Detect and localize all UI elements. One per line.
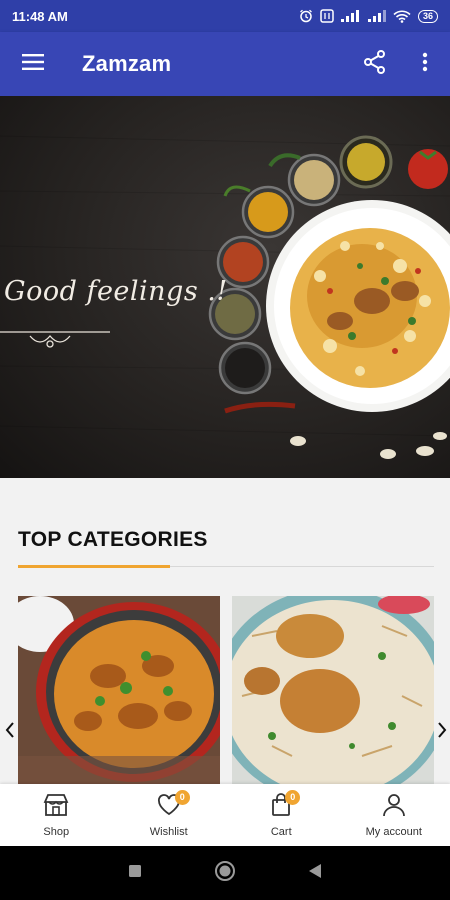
nav-label-wishlist: Wishlist <box>149 826 188 838</box>
more-options-button[interactable] <box>400 32 450 96</box>
person-icon <box>382 793 406 822</box>
nav-my-account[interactable]: My account <box>338 784 450 846</box>
signal-icon <box>367 10 386 22</box>
section-title: TOP CATEGORIES <box>18 528 208 551</box>
wishlist-badge: 0 <box>174 790 190 805</box>
app-bar: Zamzam <box>0 32 450 96</box>
app-actions <box>350 32 450 96</box>
chevron-left-icon <box>5 721 15 743</box>
wifi-icon <box>393 10 411 23</box>
nav-label-cart: Cart <box>270 826 292 838</box>
chicken-curry-image <box>18 596 220 786</box>
menu-icon <box>22 53 44 75</box>
alarm-icon <box>299 9 313 23</box>
nav-shop[interactable]: Shop <box>0 784 113 846</box>
system-nav-bar <box>0 846 450 900</box>
status-time: 11:48 AM <box>12 8 68 24</box>
nfc-icon <box>320 9 334 23</box>
status-icons: 36 <box>299 9 438 23</box>
banner-tagline: Good feelings .! <box>4 276 228 307</box>
chevron-right-icon <box>437 721 447 743</box>
promo-banner[interactable]: Good feelings .! <box>0 96 450 478</box>
section-accent <box>18 565 170 568</box>
bottom-nav: Shop 0 Wishlist 0 Cart My account <box>0 784 450 846</box>
chicken-biryani-image <box>232 596 434 786</box>
nav-cart[interactable]: 0 Cart <box>225 784 338 846</box>
app-title: Zamzam <box>82 51 172 76</box>
nav-label-my-account: My account <box>365 826 422 838</box>
menu-button[interactable] <box>0 32 66 96</box>
category-card[interactable] <box>232 596 434 786</box>
battery-icon: 36 <box>417 9 438 23</box>
carousel-next-button[interactable] <box>434 720 450 744</box>
more-vert-icon <box>422 52 428 77</box>
share-button[interactable] <box>350 32 400 96</box>
signal-icon <box>340 10 361 22</box>
nav-label-shop: Shop <box>43 826 70 838</box>
nav-wishlist[interactable]: 0 Wishlist <box>113 784 226 846</box>
recents-button[interactable] <box>128 864 142 883</box>
category-card[interactable] <box>18 596 220 786</box>
shop-icon <box>43 793 69 822</box>
carousel-prev-button[interactable] <box>2 720 18 744</box>
share-icon <box>364 49 386 79</box>
status-bar: 11:48 AM 36 <box>0 0 450 32</box>
cart-badge: 0 <box>285 790 301 805</box>
home-button[interactable] <box>214 860 236 887</box>
back-button[interactable] <box>308 863 322 884</box>
